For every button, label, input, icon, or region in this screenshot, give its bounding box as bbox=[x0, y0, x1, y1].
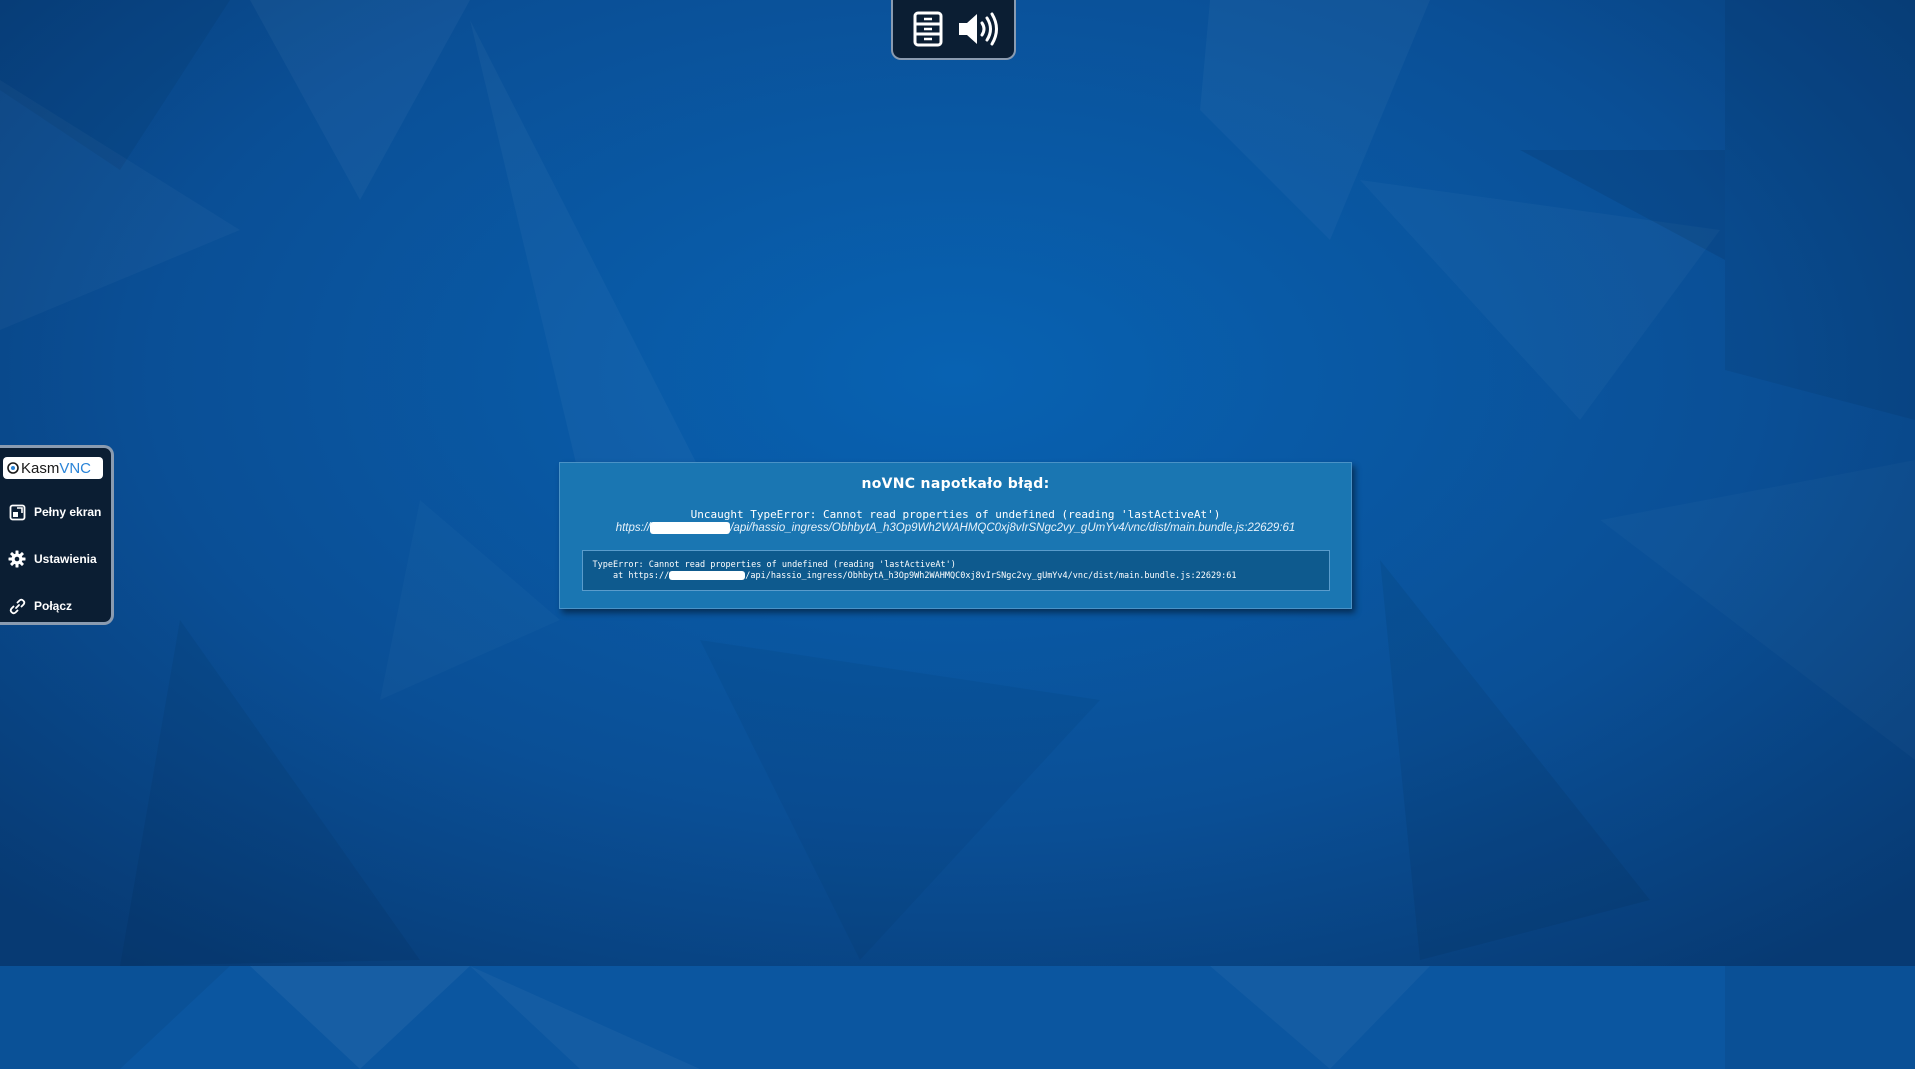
control-side-panel: Kasm VNC Pełny ekran Ustawienia Połącz bbox=[0, 445, 114, 625]
stack-line-1: TypeError: Cannot read properties of und… bbox=[592, 560, 956, 570]
bottom-wallpaper-strip bbox=[0, 966, 1915, 1069]
logo-text-vnc: VNC bbox=[59, 459, 92, 477]
speaker-volume-icon bbox=[958, 12, 998, 46]
settings-label: Ustawienia bbox=[34, 552, 97, 566]
source-url-prefix: https:// bbox=[615, 522, 651, 534]
kasm-logo-icon bbox=[7, 462, 19, 474]
redacted-host bbox=[650, 521, 731, 534]
gear-icon bbox=[8, 550, 26, 568]
error-source-url: https:// /api/hassio_ingress/ObhbytA_h3Op… bbox=[560, 521, 1351, 535]
connect-label: Połącz bbox=[34, 599, 73, 613]
fullscreen-icon bbox=[8, 503, 26, 521]
redacted-host-stack bbox=[669, 571, 746, 580]
logo-text-kasm: Kasm bbox=[21, 459, 60, 477]
error-title: noVNC napotkało błąd: bbox=[861, 476, 1050, 492]
server-button[interactable] bbox=[904, 4, 952, 54]
fullscreen-label: Pełny ekran bbox=[34, 505, 102, 519]
error-dialog: noVNC napotkało błąd: Uncaught TypeError… bbox=[559, 462, 1352, 609]
top-control-bar bbox=[891, 0, 1016, 60]
volume-button[interactable] bbox=[955, 4, 1003, 54]
fullscreen-button[interactable]: Pełny ekran bbox=[2, 498, 105, 526]
error-stack-trace: TypeError: Cannot read properties of und… bbox=[581, 550, 1330, 591]
source-url-suffix: /api/hassio_ingress/ObhbytA_h3Op9Wh2WAHM… bbox=[730, 522, 1296, 534]
link-icon bbox=[8, 597, 26, 615]
kasmvnc-logo: Kasm VNC bbox=[3, 457, 103, 479]
server-icon bbox=[913, 11, 943, 47]
error-message: Uncaught TypeError: Cannot read properti… bbox=[690, 508, 1221, 521]
stack-line-2-suffix: /api/hassio_ingress/ObhbytA_h3Op9Wh2WAHM… bbox=[745, 571, 1237, 581]
connect-button[interactable]: Połącz bbox=[2, 592, 105, 620]
settings-button[interactable]: Ustawienia bbox=[2, 545, 105, 573]
stack-line-2-prefix: at https:// bbox=[592, 571, 670, 581]
